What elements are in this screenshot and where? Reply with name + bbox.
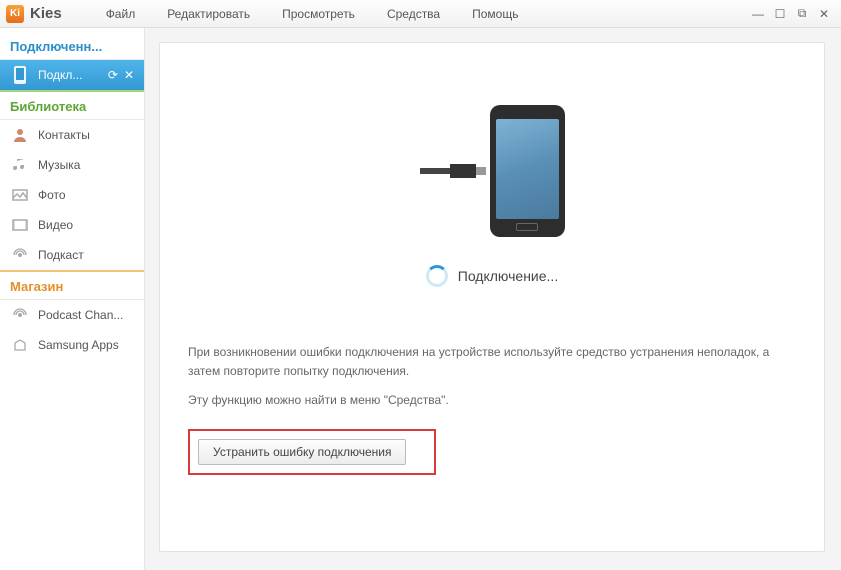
status-row: Подключение... xyxy=(188,265,796,287)
menubar: Ki Kies Файл Редактировать Просмотреть С… xyxy=(0,0,841,28)
sidebar-header-store: Магазин xyxy=(0,270,144,300)
apps-icon xyxy=(10,335,30,355)
sidebar-header-library: Библиотека xyxy=(0,90,144,120)
phone-icon xyxy=(10,65,30,85)
sidebar-item-label: Подкаст xyxy=(38,248,84,262)
usb-cable-icon xyxy=(420,164,476,178)
close-button[interactable]: ✕ xyxy=(813,5,835,23)
menu-edit[interactable]: Редактировать xyxy=(151,3,266,25)
restore-button[interactable]: ⧉ xyxy=(791,5,813,23)
sidebar-header-connected: Подключенн... xyxy=(0,32,144,60)
sidebar-item-podcast[interactable]: Подкаст xyxy=(0,240,144,270)
sidebar-item-label: Музыка xyxy=(38,158,80,172)
sidebar-item-photo[interactable]: Фото xyxy=(0,180,144,210)
sidebar-item-device[interactable]: Подкл... ⟳ ✕ xyxy=(0,60,144,90)
minimize-button[interactable]: — xyxy=(747,5,769,23)
sidebar-item-label: Контакты xyxy=(38,128,90,142)
sidebar-item-music[interactable]: Музыка xyxy=(0,150,144,180)
main-area: Подключение... При возникновении ошибки … xyxy=(145,28,841,570)
sidebar-item-podcast-channel[interactable]: Podcast Chan... xyxy=(0,300,144,330)
help-line-1: При возникновении ошибки подключения на … xyxy=(188,343,796,381)
app-logo-icon: Ki xyxy=(6,5,24,23)
disconnect-icon[interactable]: ✕ xyxy=(124,68,134,82)
sidebar-item-label: Podcast Chan... xyxy=(38,308,123,322)
video-icon xyxy=(10,215,30,235)
fix-button-highlight: Устранить ошибку подключения xyxy=(188,429,436,475)
help-line-2: Эту функцию можно найти в меню "Средства… xyxy=(188,391,796,410)
status-text: Подключение... xyxy=(458,268,558,284)
sidebar-item-label: Samsung Apps xyxy=(38,338,119,352)
photo-icon xyxy=(10,185,30,205)
sidebar-item-samsung-apps[interactable]: Samsung Apps xyxy=(0,330,144,360)
broadcast-icon xyxy=(10,305,30,325)
help-text: При возникновении ошибки подключения на … xyxy=(188,343,796,421)
sidebar-item-video[interactable]: Видео xyxy=(0,210,144,240)
contacts-icon xyxy=(10,125,30,145)
menu-tools[interactable]: Средства xyxy=(371,3,456,25)
main-panel: Подключение... При возникновении ошибки … xyxy=(159,42,825,552)
fix-connection-button[interactable]: Устранить ошибку подключения xyxy=(198,439,406,465)
sidebar-item-label: Видео xyxy=(38,218,73,232)
sidebar-item-label: Фото xyxy=(38,188,66,202)
music-icon xyxy=(10,155,30,175)
app-title: Kies xyxy=(30,5,62,22)
podcast-icon xyxy=(10,245,30,265)
phone-icon xyxy=(490,105,565,237)
sidebar: Подключенн... Подкл... ⟳ ✕ Библиотека Ко… xyxy=(0,28,145,570)
menu-view[interactable]: Просмотреть xyxy=(266,3,371,25)
menu-help[interactable]: Помощь xyxy=(456,3,534,25)
maximize-button[interactable]: ☐ xyxy=(769,5,791,23)
sidebar-device-label: Подкл... xyxy=(38,68,82,82)
menu-file[interactable]: Файл xyxy=(90,3,152,25)
connection-illustration xyxy=(188,105,796,237)
spinner-icon xyxy=(426,265,448,287)
sidebar-item-contacts[interactable]: Контакты xyxy=(0,120,144,150)
refresh-icon[interactable]: ⟳ xyxy=(108,68,118,82)
